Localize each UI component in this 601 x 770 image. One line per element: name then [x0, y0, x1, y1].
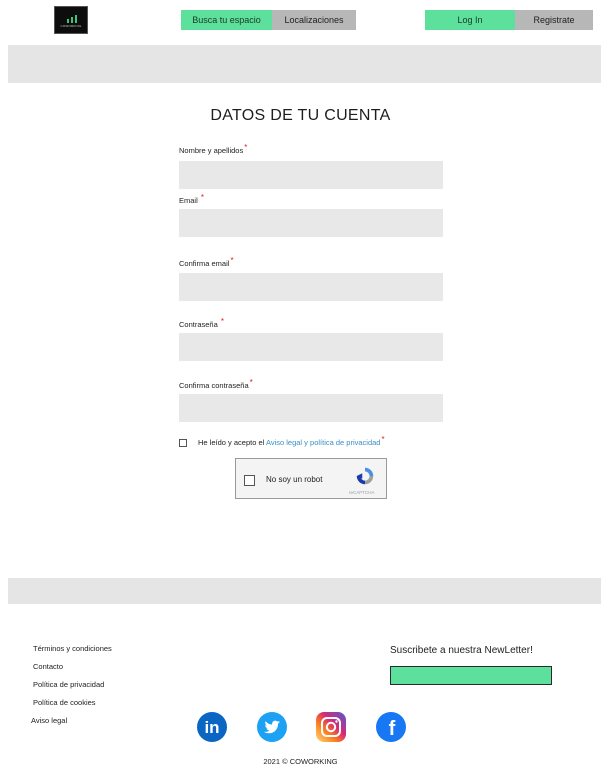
register-button[interactable]: Registrate	[515, 10, 593, 30]
logo[interactable]: COWORKING	[54, 6, 88, 34]
header-banner	[8, 45, 601, 83]
name-label: Nombre y apellidos*	[179, 143, 248, 155]
newsletter-input[interactable]	[390, 666, 552, 685]
recaptcha-widget: No soy un robot reCAPTCHA	[235, 458, 387, 499]
copyright: 2021 © COWORKING	[263, 757, 338, 766]
confirm-email-label: Confirma email*	[179, 256, 234, 268]
instagram-icon[interactable]	[316, 712, 346, 742]
terms-checkbox[interactable]	[179, 439, 187, 447]
linkedin-glyph: in	[204, 718, 219, 737]
linkedin-icon[interactable]: in	[197, 712, 227, 742]
required-mark: *	[244, 143, 248, 152]
footer-link-aviso-legal[interactable]: Aviso legal	[31, 716, 67, 725]
newsletter-title: Suscribete a nuestra NewLetter!	[390, 645, 533, 656]
required-mark: *	[249, 378, 253, 387]
required-mark: *	[230, 256, 234, 265]
password-label: Contraseña *	[179, 317, 224, 329]
logo-text: COWORKING	[60, 24, 82, 28]
page-title: DATOS DE TU CUENTA	[210, 107, 391, 124]
nav-localizaciones-button[interactable]: Localizaciones	[272, 10, 356, 30]
recaptcha-icon	[356, 467, 374, 485]
facebook-glyph: f	[389, 718, 396, 740]
email-input[interactable]	[179, 209, 443, 237]
confirm-password-label: Confirma contraseña*	[179, 378, 253, 390]
logo-chart-icon	[67, 15, 77, 23]
twitter-icon[interactable]	[257, 712, 287, 742]
recaptcha-brand: reCAPTCHA	[349, 490, 375, 495]
footer-banner	[8, 578, 601, 604]
terms-link[interactable]: Aviso legal y política de privacidad	[266, 438, 381, 447]
footer-link-terminos[interactable]: Términos y condiciones	[33, 644, 112, 653]
password-input[interactable]	[179, 333, 443, 361]
recaptcha-label: No soy un robot	[266, 475, 323, 484]
facebook-icon[interactable]: f	[376, 712, 406, 742]
recaptcha-checkbox[interactable]	[244, 475, 255, 486]
login-button[interactable]: Log In	[425, 10, 515, 30]
terms-text: He leído y acepto el Aviso legal y polít…	[198, 435, 385, 447]
confirm-email-input[interactable]	[179, 273, 443, 301]
name-input[interactable]	[179, 161, 443, 189]
email-label: Email *	[179, 193, 204, 205]
required-mark: *	[200, 193, 204, 202]
nav-busca-espacio-button[interactable]: Busca tu espacio	[181, 10, 272, 30]
required-mark: *	[381, 435, 385, 444]
footer-link-contacto[interactable]: Contacto	[33, 662, 63, 671]
confirm-password-input[interactable]	[179, 394, 443, 422]
required-mark: *	[220, 317, 224, 326]
footer-link-privacidad[interactable]: Política de privacidad	[33, 680, 104, 689]
footer-link-cookies[interactable]: Política de cookies	[33, 698, 96, 707]
